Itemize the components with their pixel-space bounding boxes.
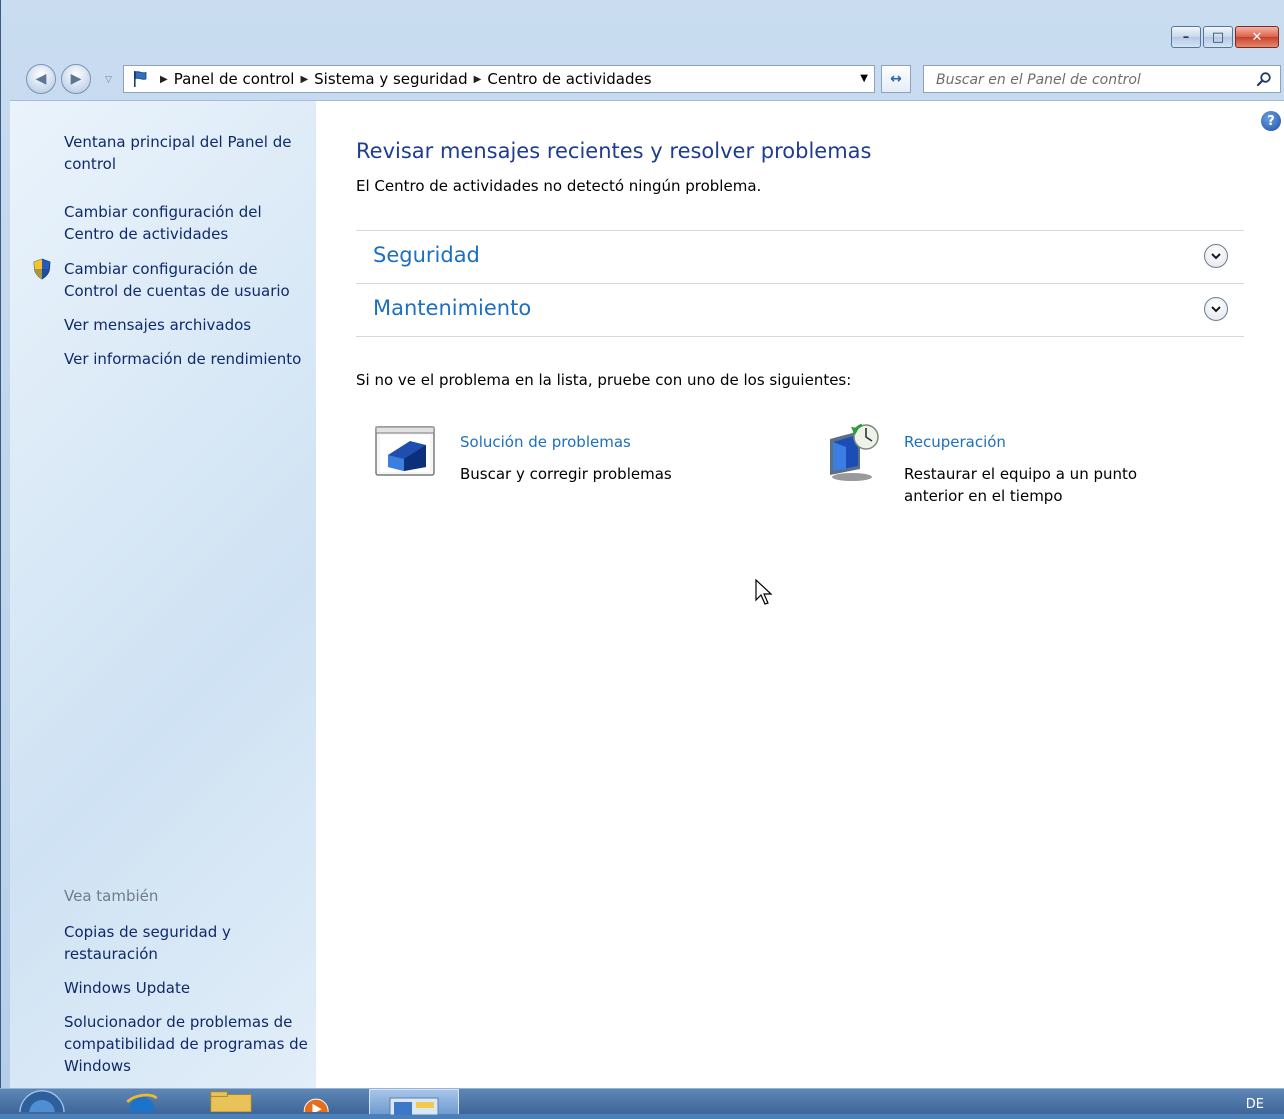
expand-security-button[interactable] [1204,244,1228,268]
breadcrumb-separator-icon[interactable]: ▶ [160,74,168,85]
troubleshoot-hint: Si no ve el problema en la lista, pruebe… [356,371,852,389]
forward-button[interactable]: ▶ [61,64,91,94]
close-icon: ✕ [1251,29,1263,45]
troubleshooting-icon [375,426,435,476]
explorer-folder-icon[interactable] [205,1089,257,1112]
forward-arrow-icon: ▶ [70,71,82,87]
control-panel-window: – □ ✕ ◀ ▶ ▽ ▶ Panel de control ▶ Sistema… [0,0,1284,1089]
recovery-description: Restaurar el equipo a un punto anterior … [904,465,1138,505]
title-bar[interactable]: – □ ✕ [1,0,1284,58]
breadcrumb-sistema-y-seguridad[interactable]: Sistema y seguridad [314,70,467,88]
sidebar-link-view-performance-info[interactable]: Ver información de rendimiento [64,348,309,370]
language-indicator[interactable]: DE [1246,1097,1264,1112]
caption-buttons: – □ ✕ [1171,26,1279,48]
back-arrow-icon: ◀ [35,71,47,87]
troubleshooting-link[interactable]: Solución de problemas [460,433,631,451]
minimize-button[interactable]: – [1171,26,1201,48]
search-box [923,65,1281,94]
sidebar-link-backup-restore[interactable]: Copias de seguridad y restauración [64,921,309,965]
start-button-icon[interactable] [12,1089,72,1112]
mouse-cursor-icon [755,578,773,605]
taskbar-control-panel-button[interactable] [369,1089,459,1116]
sidebar-link-view-archived-messages[interactable]: Ver mensajes archivados [64,314,309,336]
expand-maintenance-button[interactable] [1204,297,1228,321]
uac-shield-icon [33,258,51,280]
see-also-heading: Vea también [64,887,159,905]
page-title: Revisar mensajes recientes y resolver pr… [356,139,872,163]
recent-pages-dropdown-icon[interactable]: ▽ [105,75,112,85]
breadcrumb-separator-icon[interactable]: ▶ [300,74,308,85]
close-button[interactable]: ✕ [1235,26,1279,48]
status-message: El Centro de actividades no detectó ning… [356,177,762,195]
breadcrumb-separator-icon[interactable]: ▶ [474,74,482,85]
troubleshooting-description: Buscar y corregir problemas [460,465,672,483]
media-player-icon[interactable] [296,1089,340,1112]
task-pane: Ventana principal del Panel de control C… [10,101,316,1089]
section-security[interactable]: Seguridad [356,230,1244,282]
sidebar-link-windows-update[interactable]: Windows Update [64,977,309,999]
refresh-icon: ↔ [890,71,902,87]
content-area: Ventana principal del Panel de control C… [10,100,1284,1089]
section-maintenance-title[interactable]: Mantenimiento [373,296,531,320]
search-icon[interactable] [1256,71,1272,91]
sidebar-link-change-action-center-settings[interactable]: Cambiar configuración del Centro de acti… [64,201,309,245]
maximize-icon: □ [1211,29,1225,45]
help-icon[interactable]: ? [1261,111,1281,131]
control-panel-icon [389,1097,439,1116]
breadcrumb-panel-de-control[interactable]: Panel de control [174,70,295,88]
sidebar-link-change-uac-settings[interactable]: Cambiar configuración de Control de cuen… [64,258,309,302]
internet-explorer-icon[interactable] [120,1089,164,1112]
maximize-button[interactable]: □ [1203,26,1233,48]
chevron-down-icon [1211,306,1221,313]
back-button[interactable]: ◀ [26,64,56,94]
address-dropdown-icon[interactable]: ▼ [860,73,868,84]
section-security-title[interactable]: Seguridad [373,243,480,267]
section-maintenance[interactable]: Mantenimiento [356,283,1244,337]
breadcrumb-centro-de-actividades[interactable]: Centro de actividades [487,70,651,88]
sidebar-link-compatibility-troubleshooter[interactable]: Solucionador de problemas de compatibili… [64,1011,309,1077]
main-pane: ? Revisar mensajes recientes y resolver … [316,101,1284,1089]
navigation-bar: ◀ ▶ ▽ ▶ Panel de control ▶ Sistema y seg… [1,62,1284,98]
minimize-icon: – [1182,29,1190,45]
refresh-button[interactable]: ↔ [881,65,911,93]
sidebar-link-control-panel-home[interactable]: Ventana principal del Panel de control [64,131,309,175]
taskbar: DE [0,1088,1284,1116]
search-input[interactable] [924,66,1258,94]
recovery-icon [830,423,879,481]
action-center-flag-icon [130,69,150,89]
chevron-down-icon [1211,253,1221,260]
recovery-link[interactable]: Recuperación [904,433,1006,451]
address-bar[interactable]: ▶ Panel de control ▶ Sistema y seguridad… [123,65,875,93]
